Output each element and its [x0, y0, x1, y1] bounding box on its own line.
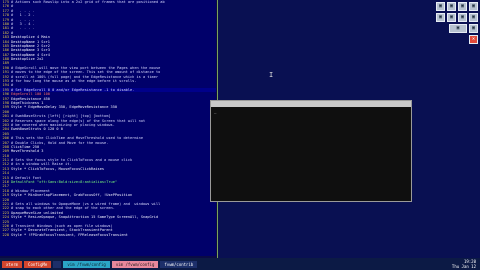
task-list: xterm ConfigMe vim /fvwm/config vim /fvwm/c… — [2, 260, 198, 268]
line-text: MoveThreshold 3 — [11, 149, 44, 154]
tray-row1: ▣ ▣ ▣ ▣ — [434, 2, 478, 11]
line-text: ClickTime 250 — [11, 144, 40, 149]
line-text: # 3 . 4 . — [11, 21, 35, 26]
pager-cell-icon[interactable]: ▣ — [449, 24, 467, 33]
clock: 19:20 Thu Jan 12 — [452, 259, 476, 269]
line-text: # Actions such Rowslip into a 2x2 grid o… — [11, 0, 165, 4]
line-text: DesktopSize 2x2 — [11, 57, 44, 62]
taskbar-item[interactable]: vim /fvwm/config — [111, 260, 159, 268]
taskbar: xterm ConfigMe vim /fvwm/config vim /fvwm/c… — [0, 258, 480, 270]
line-text: # . . . . — [11, 8, 35, 13]
line-text: # snap to each other and the edge of the… — [11, 206, 115, 211]
close-icon[interactable]: ✕ — [469, 35, 478, 44]
line-text: DesktopName 1 Scr1 — [11, 39, 50, 44]
text-editor[interactable]: 175 # Actions such Rowslip into a 2x2 gri… — [0, 0, 216, 256]
pager-cell-icon[interactable]: ▣ — [458, 2, 467, 11]
pager-cell-icon[interactable]: ▣ — [436, 2, 445, 11]
line-text: Style * ResizeOpaque, SnapAttraction 15 … — [11, 215, 159, 220]
taskbar-item[interactable]: vim /fvwm/config — [63, 260, 110, 268]
line-text: # Set EdgeScroll 0 0 and/or EdgeResistan… — [11, 87, 135, 92]
line-number: 228 — [2, 232, 10, 237]
pager-tray: ▣ ▣ ▣ ▣ ▣ ▣ ▣ ▣ ▣ ▣ ✕ — [434, 2, 478, 46]
terminal-prompt[interactable]: _ — [211, 107, 411, 116]
taskbar-item[interactable] — [53, 260, 62, 268]
pager-cell-icon[interactable]: ▣ — [469, 13, 478, 22]
line-text: EdgeResistance 450 — [11, 96, 50, 101]
line-text: EdgeScroll 100 100 — [11, 92, 50, 97]
line-text: Style * ClickToFocus, MouseFocusClickRai… — [11, 166, 105, 171]
line-text: # — [11, 83, 14, 88]
line-text: # EdgeScroll will move the view port bet… — [11, 65, 161, 70]
line-text: # for how long the mouse as at the edge … — [11, 79, 137, 84]
line-text: EwmhBaseStruts 0 120 0 0 — [11, 127, 63, 132]
line-text: DesktopName 2 Scr2 — [11, 43, 50, 48]
line-text: DesktopName 3 Scr3 — [11, 48, 50, 53]
pager-cell-icon[interactable]: ▣ — [447, 13, 456, 22]
terminal-window[interactable]: _ — [210, 100, 412, 202]
pager-cell-icon[interactable]: ▣ — [458, 13, 467, 22]
text-cursor-icon: I — [269, 71, 274, 79]
taskbar-item[interactable]: xterm — [2, 260, 23, 268]
editor-line[interactable]: 228 Style * !FPGrabFocusTransient, FPRele… — [0, 233, 216, 237]
pager-cell-icon[interactable]: ▣ — [469, 24, 478, 33]
line-text: # . . . . — [11, 17, 35, 22]
line-text: Style * !FPGrabFocusTransient, FPRelease… — [11, 232, 128, 237]
tray-row4: ✕ — [434, 35, 478, 44]
line-text: # Transient Windows (such as open file w… — [11, 223, 113, 228]
line-text: # moves to the edge of the screen. This … — [11, 70, 161, 75]
line-text: Style * MinOverlapPlacement, GrabFocusOf… — [11, 193, 133, 198]
line-text: # 1 . 2 . — [11, 13, 35, 18]
line-text: # Reserves space along the edge(s) of th… — [11, 118, 146, 123]
pager-cell-icon[interactable]: ▣ — [436, 13, 445, 22]
taskbar-item[interactable]: fvwm/contrib — [160, 260, 198, 268]
line-text: DefaultFont "xft:Sans:Bold:size=8:antial… — [11, 180, 118, 185]
line-text: DesktopSize 4 Main — [11, 35, 50, 40]
pager-cell-icon[interactable]: ▣ — [469, 2, 478, 11]
line-text: # Default Font — [11, 175, 42, 180]
line-text: Style * DecorateTransient, StackTransien… — [11, 228, 113, 233]
line-text: # Sets all windows to OpaqueMove (vs a w… — [11, 201, 161, 206]
line-text: # Sets the focus style to ClickToFocus a… — [11, 158, 133, 163]
line-text: # scroll at 100% (full page) and the Edg… — [11, 74, 159, 79]
line-text: OpaqueMoveSize unlimited — [11, 210, 63, 215]
tray-row2: ▣ ▣ ▣ ▣ — [434, 13, 478, 22]
line-text: EdgeThickness 1 — [11, 100, 44, 105]
taskbar-item[interactable]: ConfigMe — [24, 260, 52, 268]
pager-cell-icon[interactable]: ▣ — [447, 2, 456, 11]
line-text: # This sets the ClickTime and MoveThresh… — [11, 136, 143, 141]
tray-row3: ▣ ▣ — [434, 24, 478, 33]
line-text: # be covered when maximizing or placing … — [11, 122, 115, 127]
line-text: DesktopName 4 Scr4 — [11, 52, 50, 57]
line-text: # EwmhBaseStruts [left] [right] [top] [b… — [11, 114, 111, 119]
line-text: # in a window will Raise it. — [11, 162, 72, 167]
line-text: Style * EdgeMoveDelay 350, EdgeMoveResis… — [11, 105, 118, 110]
line-text: # Double Clicks, Hold and Move for the m… — [11, 140, 109, 145]
clock-date: Thu Jan 12 — [451, 264, 476, 269]
line-text: # — [11, 30, 14, 35]
line-text: # — [11, 4, 14, 9]
line-text: # Window Placement — [11, 188, 50, 193]
line-text: # . . . . — [11, 26, 35, 31]
